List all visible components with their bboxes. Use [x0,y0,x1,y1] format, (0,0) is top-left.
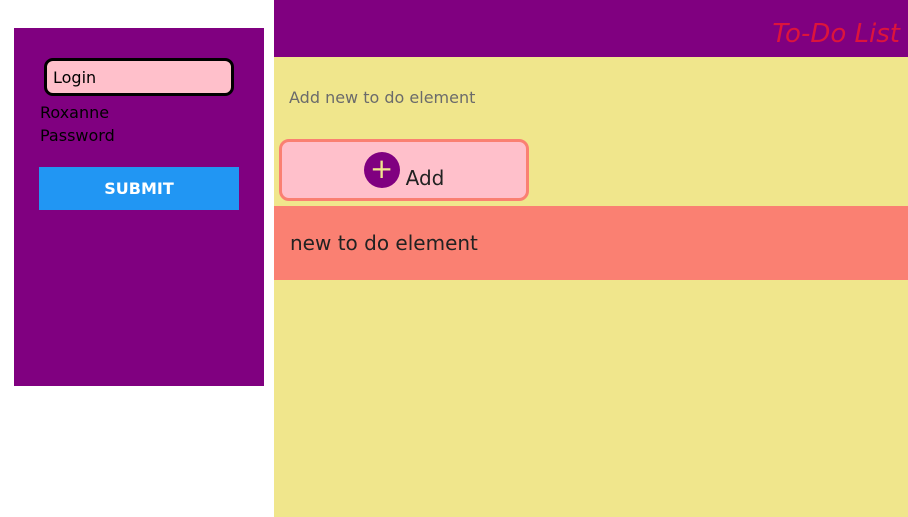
todo-item[interactable]: new to do element [274,206,908,280]
password-label: Password [40,126,115,145]
todo-app: To-Do List + Add new to do element [274,0,908,517]
todo-title: To-Do List [772,19,900,49]
login-input[interactable] [44,58,234,96]
add-button-label: Add [405,166,445,190]
todo-header: To-Do List [274,0,908,57]
add-button[interactable]: + Add [279,139,529,201]
username-text: Roxanne [40,103,110,122]
login-panel: Roxanne Password SUBMIT [14,28,264,386]
plus-circle-icon: + [363,152,400,188]
submit-button[interactable]: SUBMIT [39,167,239,210]
todo-item-text: new to do element [290,231,478,255]
page: Roxanne Password SUBMIT To-Do List + Add… [0,0,908,517]
new-todo-input[interactable] [274,57,908,137]
